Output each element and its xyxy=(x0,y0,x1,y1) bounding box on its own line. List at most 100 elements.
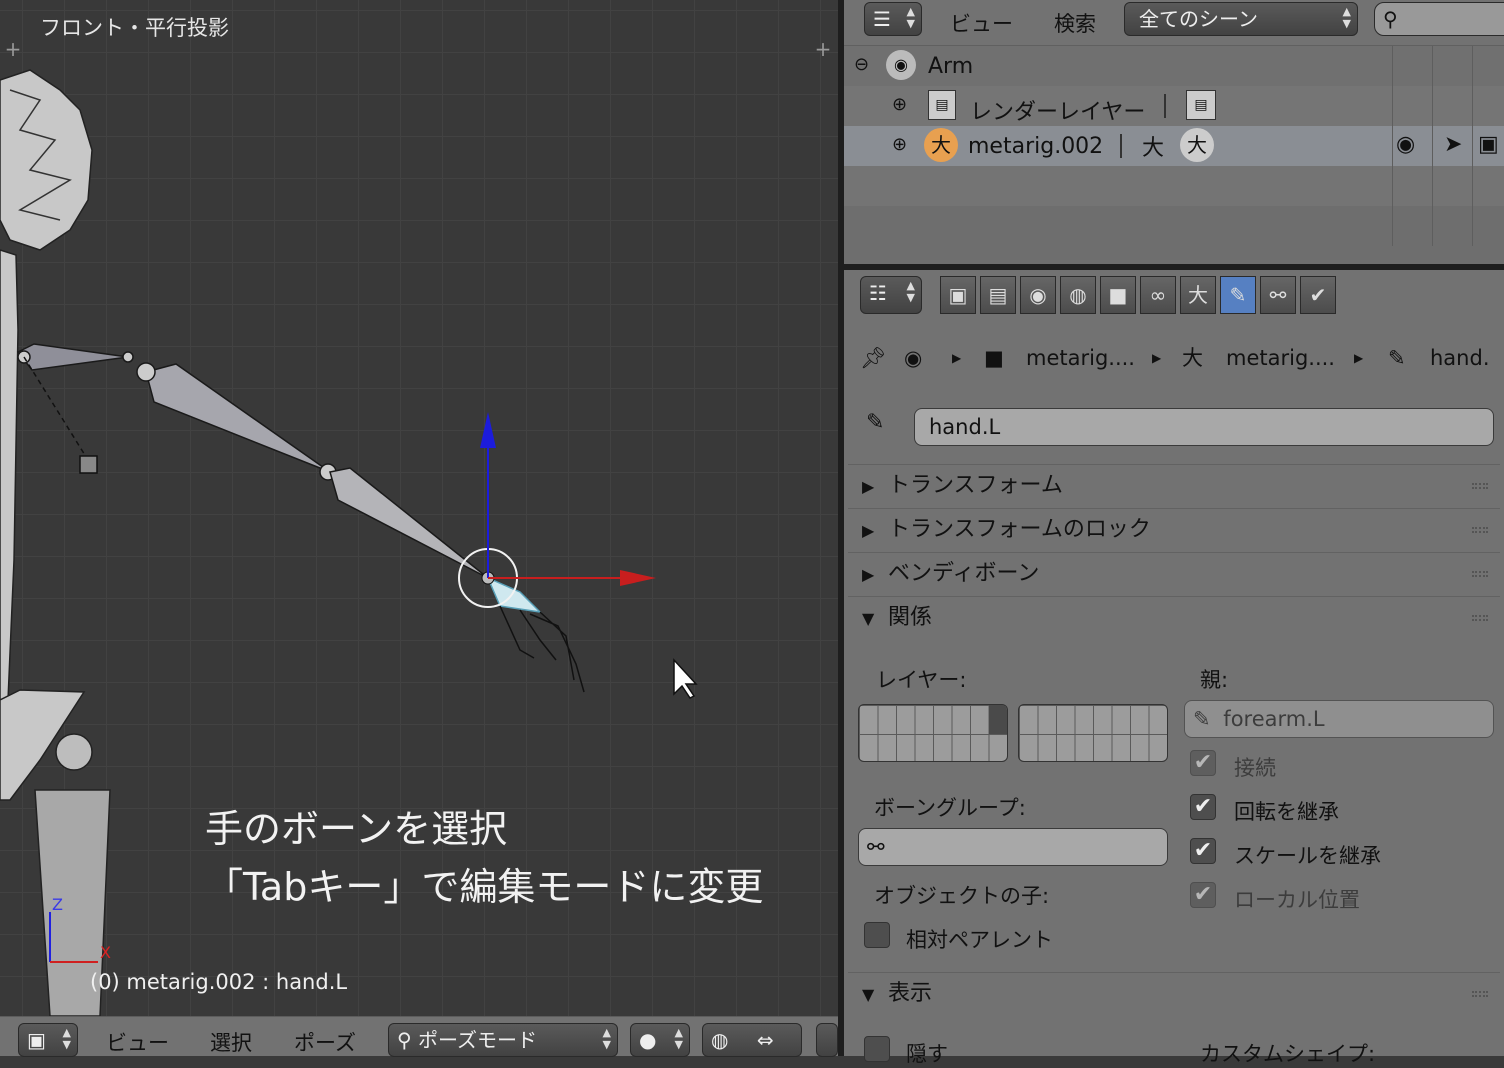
mode-select[interactable]: ⚲ ポーズモード ▲ ▼ xyxy=(388,1023,618,1057)
disclosure-right-icon: ▶ xyxy=(862,521,875,540)
scene-filter-label: 全てのシーン xyxy=(1139,7,1258,31)
transform-manipulator[interactable] xyxy=(458,412,656,608)
panel-transform[interactable]: ▶ トランスフォーム xyxy=(848,464,1500,506)
armature-pose-icon: ⚲ xyxy=(397,1028,412,1052)
character-mesh xyxy=(0,69,111,1016)
outliner-icon: ☰ xyxy=(873,7,891,31)
panel-display[interactable]: ▼ 表示 xyxy=(848,972,1500,1014)
drag-grip-icon[interactable] xyxy=(1472,483,1488,489)
bone-group-field[interactable]: ⚯ xyxy=(858,828,1168,866)
object-children-label: オブジェクトの子: xyxy=(874,884,1050,908)
tab-modifiers[interactable]: ✔ xyxy=(1300,276,1336,314)
add-region-left-icon[interactable]: + xyxy=(4,39,22,59)
link-icon: ∞ xyxy=(1149,283,1167,307)
breadcrumb-bone: hand. xyxy=(1430,346,1490,370)
tab-world[interactable]: ◍ xyxy=(1060,276,1096,314)
tab-render-layers[interactable]: ▤ xyxy=(980,276,1016,314)
local-location-label: ローカル位置 xyxy=(1234,888,1360,912)
disclosure-right-icon: ▶ xyxy=(862,565,875,584)
tab-armature[interactable]: 大 xyxy=(1180,276,1216,314)
outliner-search-input[interactable]: ⚲ xyxy=(1374,2,1504,36)
pin-icon[interactable]: 📌︎ xyxy=(860,338,887,378)
bone-icon: ✎ xyxy=(1388,346,1406,370)
inherit-scale-checkbox[interactable]: ✔ xyxy=(1190,838,1216,864)
properties-editor-type[interactable]: ☷ ▲ ▼ xyxy=(860,276,922,314)
tab-scene[interactable]: ◉ xyxy=(1020,276,1056,314)
hide-checkbox[interactable] xyxy=(864,1036,890,1062)
connected-label: 接続 xyxy=(1234,756,1276,780)
scene-icon: ◉ xyxy=(886,50,916,80)
eye-icon[interactable]: ◉ xyxy=(1396,132,1415,157)
drag-grip-icon[interactable] xyxy=(1472,527,1488,533)
add-region-right-icon[interactable]: + xyxy=(814,39,832,59)
axis-x-label: X xyxy=(100,943,111,962)
tab-object[interactable]: ■ xyxy=(1100,276,1136,314)
context-tabs: ▣ ▤ ◉ ◍ ■ ∞ 大 ✎ ⚯ ✔ xyxy=(940,276,1336,314)
active-layer-cell[interactable] xyxy=(989,705,1007,734)
3d-viewport[interactable]: Z X フロント・平行投影 + + 手のボーンを選択 「Tabキー」で編集モード… xyxy=(0,0,838,1016)
expand-icon[interactable]: ⊕ xyxy=(892,94,907,115)
armature-icon: 大 xyxy=(1182,346,1203,370)
cube-icon: ■ xyxy=(1108,283,1128,307)
local-location-checkbox[interactable]: ✔ xyxy=(1190,882,1216,908)
drag-grip-icon[interactable] xyxy=(1472,615,1488,621)
expand-icon[interactable]: ⊕ xyxy=(892,134,907,155)
outliner-menu-search[interactable]: 検索 xyxy=(1054,8,1096,38)
hide-label: 隠す xyxy=(906,1042,948,1066)
outliner-row-metarig[interactable]: ⊕ 大 metarig.002 大 大 ◉ ➤ ▣ xyxy=(844,126,1504,166)
parent-field[interactable]: ✎ forearm.L xyxy=(1184,700,1494,738)
separator xyxy=(1164,94,1166,118)
bone-name-field[interactable]: hand.L xyxy=(914,408,1494,446)
breadcrumb: 📌︎ ◉ ▶ ■ metarig.... ▶ 大 metarig.... ▶ ✎… xyxy=(860,338,1500,378)
menu-pose[interactable]: ポーズ xyxy=(294,1027,356,1057)
pivot-select[interactable]: ◍ ⇔ xyxy=(702,1023,802,1057)
scene-filter-select[interactable]: 全てのシーン ▲ ▼ xyxy=(1124,2,1358,36)
bone-layers-grid-2[interactable] xyxy=(1018,704,1168,762)
hand-bone-selected[interactable] xyxy=(486,576,585,693)
cube-icon: ▣ xyxy=(27,1028,46,1052)
outliner: ☰ ▲ ▼ ビュー 検索 全てのシーン ▲ ▼ ⚲ ⊖ ◉ Arm ⊕ ▤ レンダーレ… xyxy=(844,0,1504,264)
connected-checkbox[interactable]: ✔ xyxy=(1190,750,1216,776)
render-layer-icon[interactable]: ▤ xyxy=(1186,90,1216,120)
drag-grip-icon[interactable] xyxy=(1472,991,1488,997)
editor-type-button[interactable]: ▣ ▲ ▼ xyxy=(18,1023,78,1057)
layers-label: レイヤー: xyxy=(876,668,967,692)
tab-constraints[interactable]: ∞ xyxy=(1140,276,1176,314)
shading-select[interactable]: ● ▲ ▼ xyxy=(630,1023,690,1057)
tab-bone-constraints[interactable]: ⚯ xyxy=(1260,276,1296,314)
bone-layers-grid-1[interactable] xyxy=(858,704,1008,762)
outliner-editor-type[interactable]: ☰ ▲ ▼ xyxy=(864,2,922,36)
menu-view[interactable]: ビュー xyxy=(106,1027,169,1057)
tab-render[interactable]: ▣ xyxy=(940,276,976,314)
breadcrumb-object: metarig.... xyxy=(1026,346,1135,370)
panel-title: トランスフォーム xyxy=(888,473,1063,498)
armature-data-icon[interactable]: 大 xyxy=(1142,130,1164,162)
chevron-right-icon: ▶ xyxy=(1354,351,1364,365)
mode-label: ポーズモード xyxy=(418,1028,538,1052)
outliner-row-render-layer[interactable]: ⊕ ▤ レンダーレイヤー ▤ xyxy=(844,86,1504,126)
drag-grip-icon[interactable] xyxy=(1472,571,1488,577)
solid-sphere-icon: ● xyxy=(639,1028,657,1052)
outliner-empty-row xyxy=(844,206,1504,246)
bone-icon: ✎ xyxy=(866,410,885,435)
render-layers-icon: ▤ xyxy=(928,90,956,120)
collapse-icon[interactable]: ⊖ xyxy=(854,54,869,75)
parent-label: 親: xyxy=(1200,668,1229,692)
tab-bone[interactable]: ✎ xyxy=(1220,276,1256,314)
header-overflow[interactable] xyxy=(816,1023,838,1057)
panel-relations[interactable]: ▼ 関係 xyxy=(848,596,1500,638)
inherit-rotation-checkbox[interactable]: ✔ xyxy=(1190,794,1216,820)
outliner-row-arm[interactable]: ⊖ ◉ Arm xyxy=(844,46,1504,86)
caption-line-2: 「Tabキー」で編集モードに変更 xyxy=(205,865,764,909)
custom-shape-label: カスタムシェイプ: xyxy=(1200,1042,1376,1066)
disclosure-right-icon: ▶ xyxy=(862,477,875,496)
pose-icon[interactable]: 大 xyxy=(1180,128,1214,162)
camera-icon[interactable]: ▣ xyxy=(1478,132,1499,157)
panel-transform-lock[interactable]: ▶ トランスフォームのロック xyxy=(848,508,1500,550)
relative-parent-checkbox[interactable] xyxy=(864,922,890,948)
arm-bones[interactable] xyxy=(16,343,489,579)
cursor-select-icon[interactable]: ➤ xyxy=(1444,132,1462,157)
outliner-menu-view[interactable]: ビュー xyxy=(950,8,1013,38)
menu-select[interactable]: 選択 xyxy=(210,1027,252,1057)
panel-bendy-bones[interactable]: ▶ ベンディボーン xyxy=(848,552,1500,594)
